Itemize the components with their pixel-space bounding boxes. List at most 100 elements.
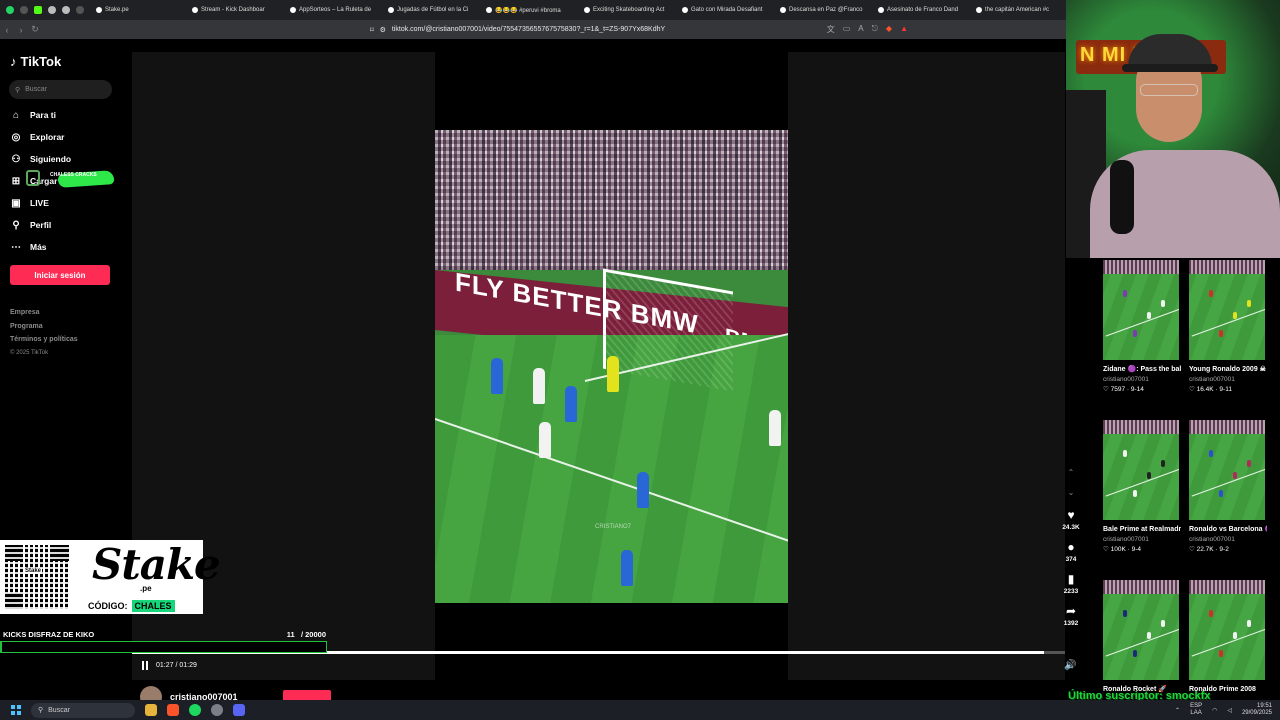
windows-start-icon[interactable] xyxy=(11,705,21,715)
microphone xyxy=(1110,160,1134,234)
share-icon[interactable]: ➦ xyxy=(1066,604,1076,618)
pinned-tab-icon[interactable] xyxy=(76,6,84,14)
brave-rewards-icon[interactable]: ▲ xyxy=(900,24,908,35)
video-player[interactable]: FLY BETTER BMW BMW CRISTIANO7 xyxy=(435,130,788,603)
sidebar-item-profile[interactable]: ⚲ Perfil xyxy=(10,214,125,236)
language-icon[interactable]: A xyxy=(858,24,863,35)
player-white xyxy=(539,422,551,458)
discord-icon[interactable] xyxy=(233,704,245,716)
sidebar-item-home[interactable]: ⌂ Para ti xyxy=(10,104,125,126)
language-indicator[interactable]: ESP LAA xyxy=(1190,703,1202,717)
card-date: 9-2 xyxy=(1219,546,1229,553)
card-author[interactable]: cristiano007001 xyxy=(1189,375,1267,385)
wifi-icon[interactable]: ◠ xyxy=(1212,707,1217,714)
heart-icon[interactable]: ♥ xyxy=(1067,508,1074,522)
pause-icon[interactable] xyxy=(142,661,148,670)
time-total: 01:29 xyxy=(179,662,197,669)
sidebar-item-following[interactable]: ⚇ Siguiendo xyxy=(10,148,125,170)
share-page-icon[interactable]: ⎋ xyxy=(872,24,878,35)
browser-tab[interactable]: the capitán American #c xyxy=(970,0,1068,20)
tiktok-logo[interactable]: ♪ TikTok xyxy=(10,54,61,69)
follow-button[interactable] xyxy=(283,690,331,700)
browser-tab[interactable]: Gato con Mirada Desafiant xyxy=(676,0,774,20)
url-field[interactable]: ⌑ ⚙ tiktok.com/@cristiano007001/video/75… xyxy=(370,20,890,39)
browser-tab[interactable]: Descansa en Paz @Franco xyxy=(774,0,872,20)
browser-tab[interactable]: AppSorteos – La Ruleta de xyxy=(284,0,382,20)
translate-icon[interactable]: 文 xyxy=(827,24,835,35)
windows-taskbar: ⚲ Buscar ⌃ ESP LAA ◠ ◁ 19:51 29/09/2025 xyxy=(0,700,1280,720)
file-explorer-icon[interactable] xyxy=(145,704,157,716)
related-video-card[interactable]: Zidane 🟣: Pass the ball to Ronaldo 😊...c… xyxy=(1103,260,1181,395)
footer-link-company[interactable]: Empresa xyxy=(10,306,78,320)
tab-favicon-icon xyxy=(976,7,982,13)
chevron-up-icon[interactable]: ⌃ xyxy=(1068,468,1075,488)
related-video-card[interactable]: Young Ronaldo 2009 ☠ 🟣#ronaldo...cristia… xyxy=(1189,260,1267,395)
tab-label: AppSorteos – La Ruleta de xyxy=(299,7,372,13)
taskbar-search[interactable]: ⚲ Buscar xyxy=(31,702,135,718)
browser-tab[interactable]: Asesinato de Franco Dand xyxy=(872,0,970,20)
video-thumbnail[interactable] xyxy=(1103,420,1179,520)
system-tray: ⌃ ESP LAA ◠ ◁ 19:51 29/09/2025 xyxy=(1175,703,1272,717)
browser-tab[interactable]: Stream - Kick Dashboar xyxy=(186,0,284,20)
sidebar-item-live[interactable]: ▣ LIVE xyxy=(10,192,125,214)
back-icon[interactable]: ‹ xyxy=(0,25,14,35)
sidebar-item-compass[interactable]: ◎ Explorar xyxy=(10,126,125,148)
thumb-player xyxy=(1133,330,1137,337)
whatsapp-icon[interactable] xyxy=(6,6,14,14)
volume-icon[interactable]: 🔊 xyxy=(1064,660,1076,671)
browser-tab[interactable]: 😂😂😂 #peruvi #broma xyxy=(480,0,578,20)
search-input[interactable]: ⚲ Buscar xyxy=(9,80,112,99)
browser-tab[interactable]: Exciting Skateboarding Act xyxy=(578,0,676,20)
reload-icon[interactable]: ↻ xyxy=(28,24,42,35)
obs-icon[interactable] xyxy=(211,704,223,716)
card-views: 7597 xyxy=(1110,386,1126,393)
card-author[interactable]: cristiano007001 xyxy=(1103,375,1181,385)
video-thumbnail[interactable] xyxy=(1189,260,1265,360)
footer-link-terms[interactable]: Términos y políticas xyxy=(10,333,78,347)
card-title[interactable]: Ronaldo vs Barcelona 🟣... xyxy=(1189,524,1267,535)
glasses xyxy=(1140,84,1198,96)
brave-icon[interactable] xyxy=(167,704,179,716)
kick-icon[interactable] xyxy=(34,6,42,14)
brave-shield-icon[interactable]: ◆ xyxy=(886,24,892,35)
browser-tab[interactable]: Stake.pe xyxy=(90,0,186,20)
bookmark-icon[interactable]: ▮ xyxy=(1068,572,1075,586)
related-video-card[interactable]: Bale Prime at Realmadrid ☠ 🟣...cristiano… xyxy=(1103,420,1181,555)
video-thumbnail[interactable] xyxy=(1103,580,1179,680)
speaker-icon[interactable]: ◁ xyxy=(1227,707,1232,714)
video-thumbnail[interactable] xyxy=(1103,260,1179,360)
card-author[interactable]: cristiano007001 xyxy=(1189,535,1267,545)
related-video-card[interactable]: Ronaldo Prime 2008 xyxy=(1189,580,1267,695)
card-title[interactable]: Zidane 🟣: Pass the ball to Ronaldo 😊... xyxy=(1103,364,1181,375)
forward-icon[interactable]: › xyxy=(14,25,28,35)
clock[interactable]: 19:51 29/09/2025 xyxy=(1242,703,1272,717)
comment-icon[interactable]: ● xyxy=(1067,540,1074,554)
kicks-goal: KICKS DISFRAZ DE KIKO 11 / 20000 xyxy=(3,630,326,639)
card-title[interactable]: Young Ronaldo 2009 ☠ 🟣#ronaldo... xyxy=(1189,364,1267,375)
bookmark-page-icon[interactable]: ⌑ xyxy=(370,26,374,34)
card-date: 9-4 xyxy=(1131,546,1142,553)
qr-label: Stake xyxy=(24,568,43,574)
promo-code: CÓDIGO: CHALES xyxy=(88,600,175,612)
sidebar-item-label: LIVE xyxy=(30,198,49,208)
thumb-player xyxy=(1123,290,1127,297)
video-thumbnail[interactable] xyxy=(1189,420,1265,520)
browser-tab[interactable]: Jugadas de Fútbol en la Ci xyxy=(382,0,480,20)
card-title[interactable]: Bale Prime at Realmadrid ☠ 🟣... xyxy=(1103,524,1181,535)
sidebar-item-more[interactable]: ⋯ Más xyxy=(10,236,125,258)
related-video-card[interactable]: Ronaldo Rocket 🚀 xyxy=(1103,580,1181,695)
thumb-player xyxy=(1219,650,1223,657)
related-video-card[interactable]: Ronaldo vs Barcelona 🟣...cristiano007001… xyxy=(1189,420,1267,555)
video-thumbnail[interactable] xyxy=(1189,580,1265,680)
tray-chevron-icon[interactable]: ⌃ xyxy=(1175,707,1180,714)
footer-link-program[interactable]: Programa xyxy=(10,320,78,334)
cast-icon[interactable]: ▭ xyxy=(843,24,851,35)
pinned-tab-icon[interactable] xyxy=(48,6,56,14)
spotify-icon[interactable] xyxy=(189,704,201,716)
site-info-icon[interactable]: ⚙ xyxy=(380,26,386,34)
pinned-tab-icon[interactable] xyxy=(62,6,70,14)
card-author[interactable]: cristiano007001 xyxy=(1103,535,1181,545)
pinned-tab-icon[interactable] xyxy=(20,6,28,14)
chevron-down-icon[interactable]: ⌄ xyxy=(1068,488,1075,508)
login-button[interactable]: Iniciar sesión xyxy=(10,265,110,285)
